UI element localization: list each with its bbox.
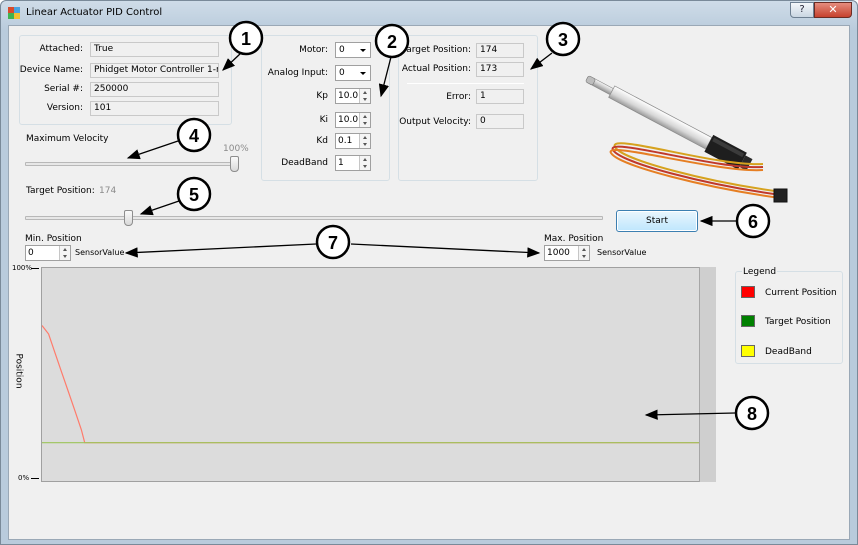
legend-swatch-current	[741, 286, 755, 298]
target-position-track[interactable]	[25, 216, 603, 220]
deadband-label: DeadBand	[281, 158, 328, 168]
y-axis-title: Position	[13, 353, 24, 389]
max-velocity-label: Maximum Velocity	[26, 134, 109, 144]
analog-input-label: Analog Input:	[267, 68, 328, 78]
max-position-unit: SensorValue	[597, 248, 647, 257]
target-position-slider-value: 174	[99, 186, 117, 196]
spin-down-icon[interactable]	[63, 255, 67, 258]
deadband-stepper[interactable]: 1	[335, 155, 371, 171]
kd-value: 0.1	[338, 136, 353, 146]
max-velocity-slider-thumb[interactable]	[230, 156, 239, 172]
spin-up-icon[interactable]	[363, 91, 367, 94]
chevron-down-icon	[360, 49, 366, 52]
version-label: Version:	[46, 103, 83, 113]
position-plot-canvas	[42, 325, 699, 444]
min-position-unit: SensorValue	[75, 248, 125, 257]
serial-label: Serial #:	[44, 84, 83, 94]
actual-position-field: 173	[476, 62, 524, 77]
y-axis-top-tick	[31, 268, 39, 269]
device-name-field: Phidget Motor Controller 1-motor	[90, 63, 219, 78]
target-position-slider-thumb[interactable]	[124, 210, 133, 226]
ki-label: Ki	[319, 115, 328, 125]
serial-field: 250000	[90, 82, 219, 97]
legend-group: Legend Current Position Target Position …	[735, 267, 843, 364]
y-axis-bottom-label: 0%	[18, 474, 30, 482]
plot-right-band	[699, 267, 716, 482]
max-velocity-value: 100%	[223, 144, 249, 154]
help-button[interactable]: ?	[790, 2, 814, 18]
kd-stepper[interactable]: 0.1	[335, 133, 371, 149]
spin-up-icon[interactable]	[363, 136, 367, 139]
kd-label: Kd	[316, 136, 328, 146]
chevron-down-icon	[360, 72, 366, 75]
app-window: Linear Actuator PID Control ? ✕ Attached…	[0, 0, 858, 545]
window-title: Linear Actuator PID Control	[26, 7, 163, 18]
spin-up-icon[interactable]	[582, 248, 586, 251]
error-field: 1	[476, 89, 524, 104]
spin-down-icon[interactable]	[363, 98, 367, 101]
spin-down-icon[interactable]	[363, 122, 367, 125]
current-position-line	[42, 325, 699, 444]
legend-label-current: Current Position	[765, 288, 837, 298]
legend-title: Legend	[742, 267, 778, 277]
attached-field: True	[90, 42, 219, 57]
deadband-value: 1	[338, 158, 344, 168]
min-position-value: 0	[28, 248, 34, 258]
y-axis-top-label: 100%	[12, 264, 33, 272]
actual-position-label: Actual Position:	[401, 64, 471, 74]
status-divider	[407, 83, 524, 84]
spin-down-icon[interactable]	[363, 165, 367, 168]
kp-label: Kp	[316, 91, 328, 101]
legend-label-deadband: DeadBand	[765, 347, 812, 357]
analog-input-select[interactable]: 0	[335, 65, 371, 81]
kp-stepper[interactable]: 10.0	[335, 88, 371, 104]
kp-value: 10.0	[338, 91, 359, 101]
version-field: 101	[90, 101, 219, 116]
max-position-value: 1000	[547, 248, 570, 258]
motor-label: Motor:	[299, 45, 328, 55]
spin-down-icon[interactable]	[363, 143, 367, 146]
motor-select-value: 0	[339, 45, 345, 55]
ki-value: 10.0	[338, 115, 359, 125]
min-position-label: Min. Position	[25, 234, 82, 244]
target-position-slider-label: Target Position:	[26, 186, 95, 196]
device-name-label: Device Name:	[19, 65, 83, 75]
legend-label-target: Target Position	[765, 317, 831, 327]
client-area: Attached: True Device Name: Phidget Moto…	[8, 25, 850, 540]
target-position-label: Target Position:	[402, 45, 471, 55]
ki-stepper[interactable]: 10.0	[335, 112, 371, 128]
max-position-label: Max. Position	[544, 234, 604, 244]
y-axis-bottom-tick	[31, 478, 39, 479]
legend-swatch-deadband	[741, 345, 755, 357]
output-velocity-label: Output Velocity:	[399, 117, 471, 127]
max-velocity-track[interactable]	[25, 162, 239, 166]
motor-select[interactable]: 0	[335, 42, 371, 58]
error-label: Error:	[446, 92, 471, 102]
spin-up-icon[interactable]	[63, 248, 67, 251]
target-position-field: 174	[476, 43, 524, 58]
position-plot	[41, 267, 716, 482]
app-icon	[8, 7, 20, 19]
start-button[interactable]: Start	[616, 210, 698, 232]
min-position-stepper[interactable]: 0	[25, 245, 71, 261]
close-button[interactable]: ✕	[814, 2, 852, 18]
spin-up-icon[interactable]	[363, 158, 367, 161]
analog-input-value: 0	[339, 68, 345, 78]
title-bar[interactable]: Linear Actuator PID Control ? ✕	[1, 1, 857, 25]
spin-down-icon[interactable]	[582, 255, 586, 258]
max-position-stepper[interactable]: 1000	[544, 245, 590, 261]
legend-swatch-target	[741, 315, 755, 327]
output-velocity-field: 0	[476, 114, 524, 129]
spin-up-icon[interactable]	[363, 115, 367, 118]
linear-actuator-image	[585, 75, 788, 203]
attached-label: Attached:	[39, 44, 83, 54]
